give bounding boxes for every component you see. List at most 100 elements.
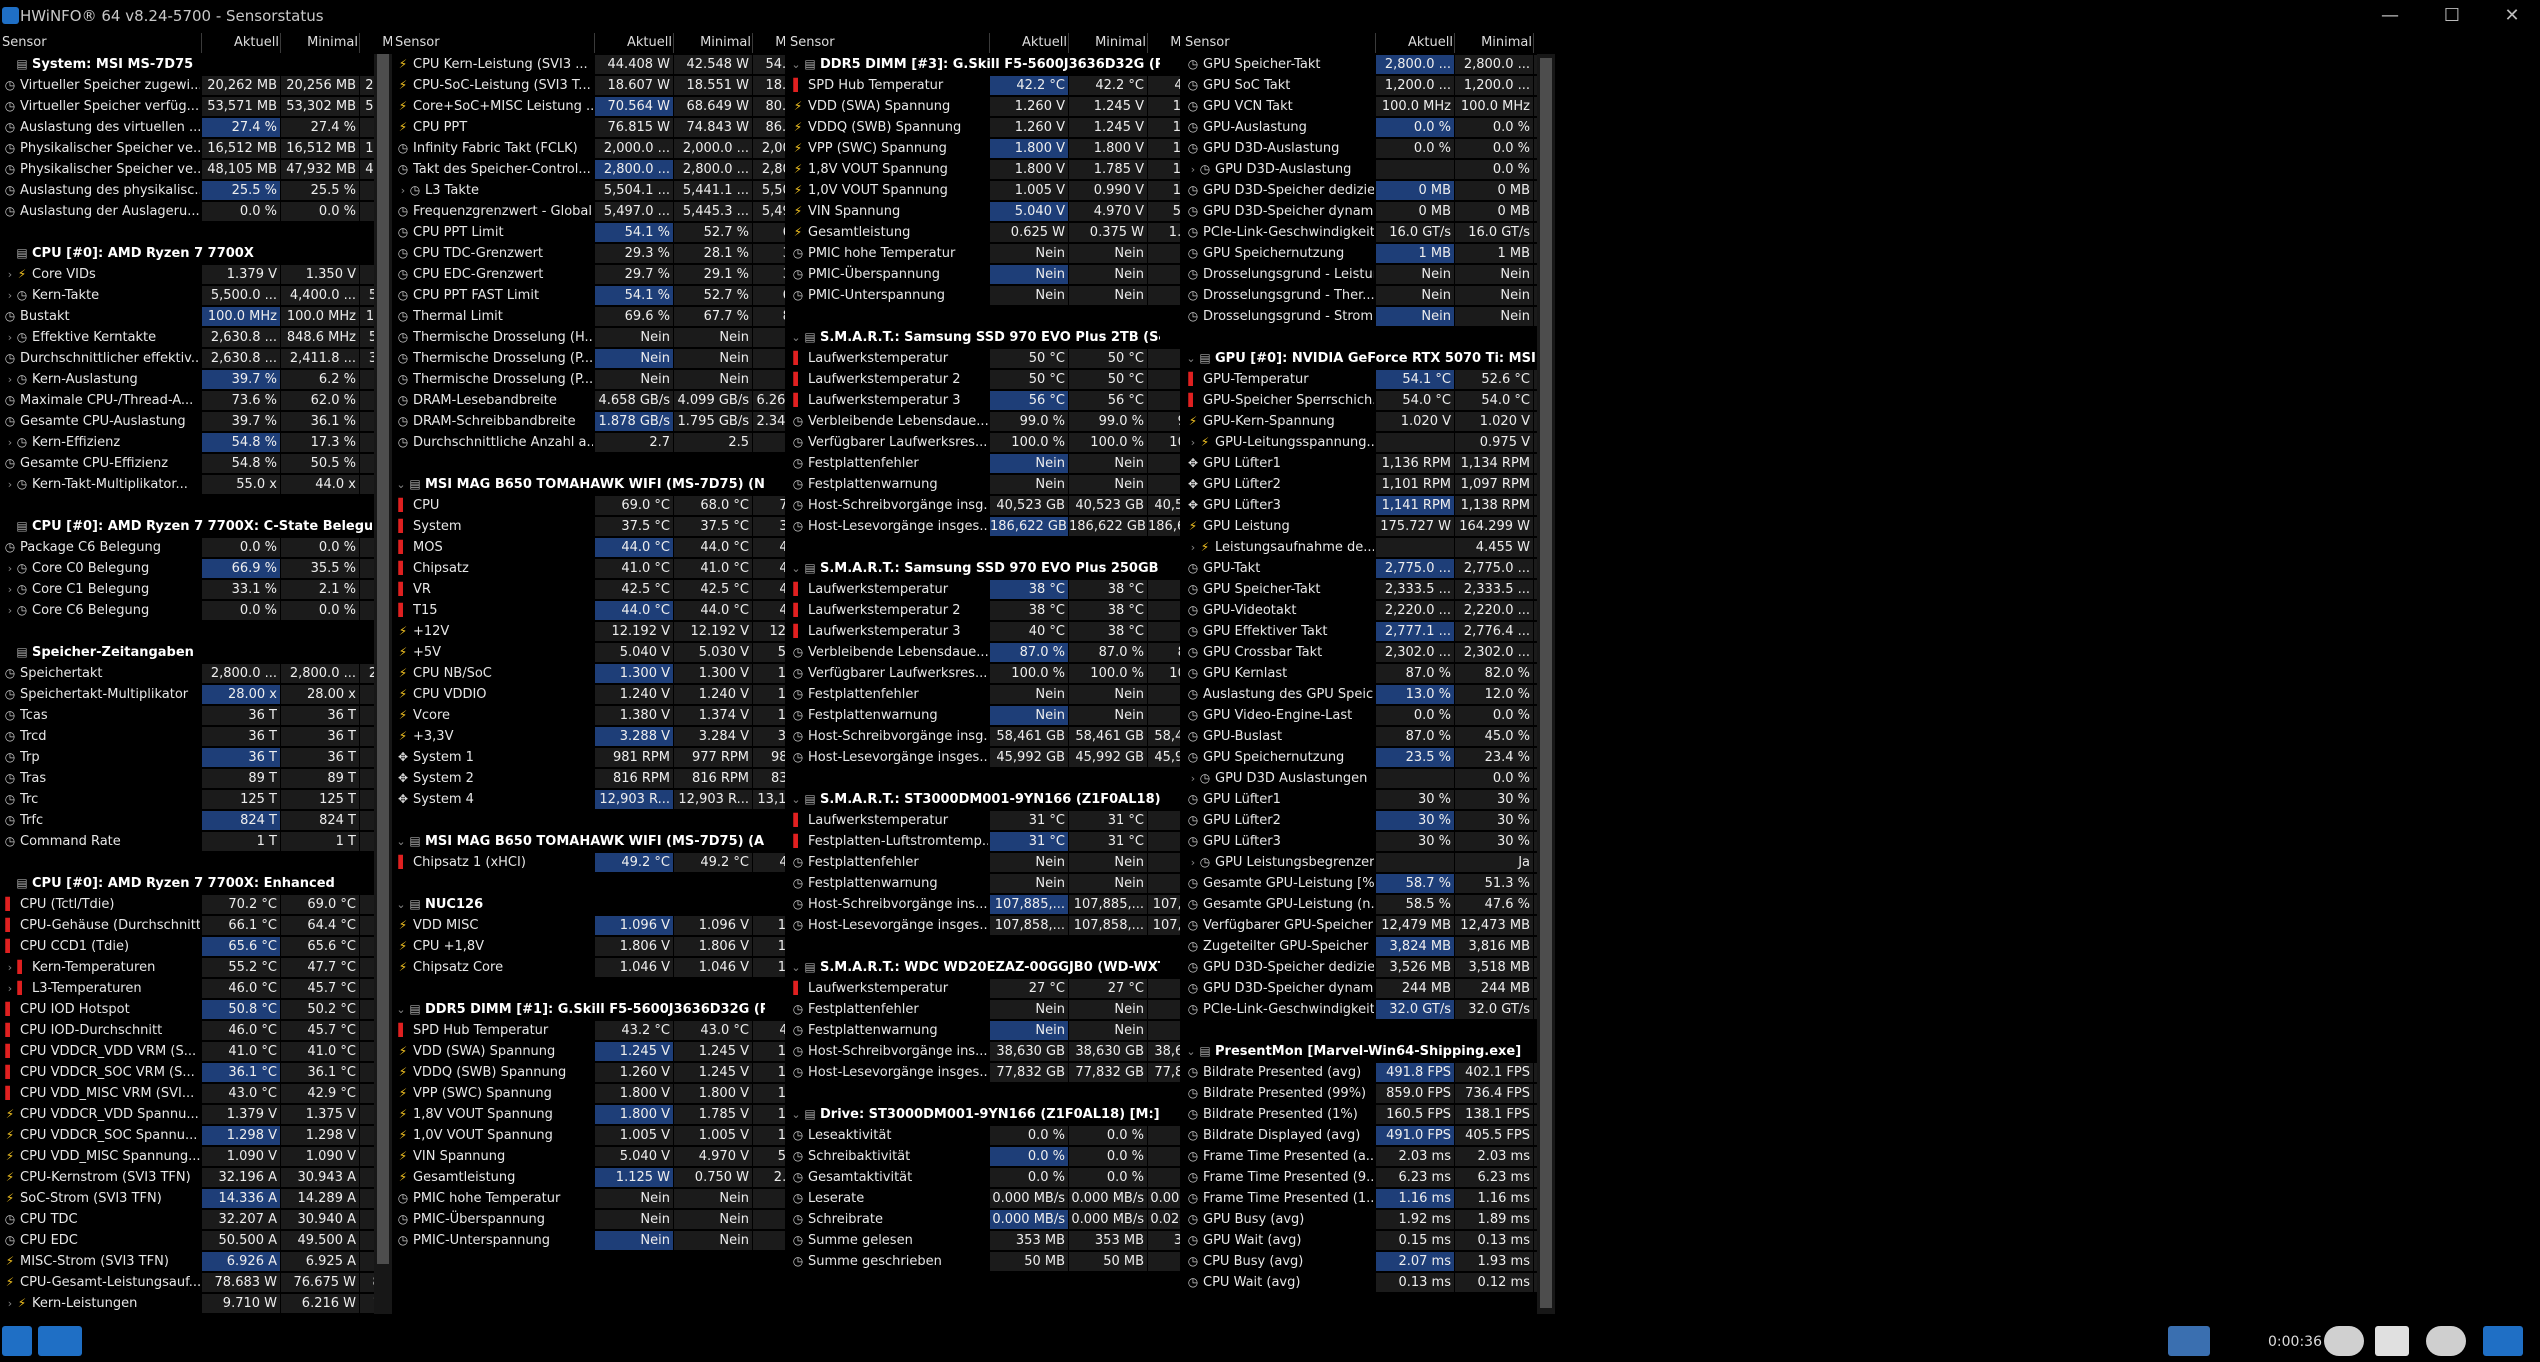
collapse-chevron-icon[interactable]: ⌄ [395,831,407,852]
sensor-row[interactable]: ◷Thermische Drosselung (P...NeinNeinNein… [393,348,785,369]
expand-chevron-icon[interactable]: › [4,285,16,306]
sensor-row[interactable]: ⚡VIN Spannung5.040 V4.970 V5.110 V5.035 … [788,201,1180,222]
sensor-group-header[interactable]: ⌄ ▤ S.M.A.R.T.: ST3000DM001-9YN166 (Z1F0AL… [788,789,1180,810]
sensor-row[interactable]: ◷Package C6 Belegung0.0 %0.0 %0.0 %0.0 % [0,537,392,558]
collapse-chevron-icon[interactable]: ⌄ [790,957,802,978]
sensor-row[interactable]: ◷ Verfügbarer Laufwerksres... 100.0 % 100.0… [788,432,1180,453]
sensor-row[interactable]: ✥System 1981 RPM977 RPM988 RPM980 RPM [393,747,785,768]
sensor-row[interactable]: ◷ Frame Time Presented (9... 6.23 ms 6.23 m… [1183,1167,1555,1188]
sensor-row[interactable]: ›▌Kern-Temperaturen55.2 °C47.7 °C75.4 °C… [0,957,392,978]
sensor-row[interactable]: ◷GPU SoC Takt1,200.0 ...1,200.0 ...1,200… [1183,75,1555,96]
sensor-group-header[interactable]: ⌄ ▤ PresentMon [Marvel-Win64-Shipping.exe] [1183,1041,1555,1062]
sensor-row[interactable]: ◷ GPU Speicher-Takt 2,800.0 ... 2,800.0 ...… [1183,54,1555,75]
sensor-row[interactable]: ◷ Physikalischer Speicher ve... 16,512 MB 1… [0,138,392,159]
sensor-row[interactable]: ◷FestplattenwarnungNeinNeinNein [788,1020,1180,1041]
maximize-button[interactable]: ☐ [2423,0,2481,33]
sensor-row[interactable]: ›◷Core C0 Belegung66.9 %35.5 %97.9 %73.8… [0,558,392,579]
expand-chevron-icon[interactable]: › [4,369,16,390]
sensor-row[interactable]: ◷Thermische Drosselung (P...NeinNeinNein… [393,369,785,390]
sensor-group-header[interactable]: ⌄ ▤ GPU [#0]: NVIDIA GeForce RTX 5070 Ti: … [1183,348,1555,369]
sensor-row[interactable]: ◷Gesamte CPU-Auslastung39.7 %36.1 %65.6 … [0,411,392,432]
sensor-row[interactable]: ◷ Host-Schreibvorgänge insg... 58,461 GB 58… [788,726,1180,747]
sensor-row[interactable]: ›⚡GPU-Leitungsspannung...0.975 V12.018 V [1183,432,1555,453]
expand-chevron-icon[interactable]: › [4,978,16,999]
sensor-row[interactable]: ◷ Zugeteilter GPU-Speicher 3,824 MB 3,816 M… [1183,936,1555,957]
sensor-row[interactable]: ◷PMIC-ÜberspannungNeinNeinNein0 % [393,1209,785,1230]
sensor-row[interactable]: ▌System37.5 °C37.5 °C38.0 °C37.6 °C [393,516,785,537]
sensor-row[interactable]: ›◷GPU D3D Auslastungen0.0 %81.7 % [1183,768,1555,789]
sensor-row[interactable]: ◷Gesamtaktivität0.0 %0.0 %1.0 %0.1 % [788,1167,1180,1188]
sensor-row[interactable]: ◷Command Rate1 T1 T1 T [0,831,392,852]
expand-chevron-icon[interactable]: › [1187,537,1199,558]
sensor-row[interactable]: ◷CPU EDC50.500 A49.500 A53.500 A51.538 A [0,1230,392,1251]
sensor-row[interactable]: ◷CPU PPT Limit54.1 %52.7 %61.1 %57.2 % [393,222,785,243]
sensor-row[interactable]: ◷ Verfügbarer Laufwerksres... 100.0 % 100.0… [788,663,1180,684]
sensor-row[interactable]: ›◷GPU D3D-Auslastung0.0 %0.0 % [1183,159,1555,180]
sensor-row[interactable]: ◷ Virtueller Speicher verfüg... 53,571 MB 5… [0,96,392,117]
sensor-row[interactable]: ◷ Host-Lesevorgänge insges... 107,858,... 1… [788,915,1180,936]
sensor-group-header[interactable]: ⌄ ▤ S.M.A.R.T.: Samsung SSD 970 EVO Plus 2… [788,327,1180,348]
sensor-row[interactable]: ◷ Auslastung des virtuellen ... 27.4 % 27.4… [0,117,392,138]
sensor-row[interactable]: ◷Bustakt100.0 MHz100.0 MHz100.0 MHz100.0… [0,306,392,327]
expand-chevron-icon[interactable]: › [1187,432,1199,453]
sensor-row[interactable]: ›◷Kern-Effizienz54.8 %17.3 %101.6 %63.2 … [0,432,392,453]
sensor-row[interactable]: ◷ Durchschnittlicher effektiv... 2,630.8 .… [0,348,392,369]
sensor-row[interactable]: ⚡ CPU-SoC-Leistung (SVI3 T... 18.607 W 18.5… [393,75,785,96]
navigate-forward-icon[interactable] [2,1326,32,1356]
sensor-row[interactable]: ▌VR42.5 °C42.5 °C43.0 °C42.9 °C [393,579,785,600]
sensor-row[interactable]: ◷Auslastung der Auslageru...0.0 %0.0 %0.… [0,201,392,222]
header-max[interactable]: Maximal [762,33,785,53]
sensor-row[interactable]: ◷GPU Speichernutzung23.5 %23.4 %23.5 %23… [1183,747,1555,768]
sensor-group-header[interactable]: ▤ CPU [#0]: AMD Ryzen 7 7700X: C-State Be… [0,516,392,537]
report-icon[interactable] [2375,1326,2409,1356]
sensor-row[interactable]: ▌CPU VDDCR_VDD VRM (S...41.0 °C41.0 °C41… [0,1041,392,1062]
sensor-row[interactable]: ◷GPU D3D-Speicher dediziert0 MB0 MB0 MB0… [1183,180,1555,201]
sensor-row[interactable]: ◷Leseaktivität0.0 %0.0 %1.0 %0.1 % [788,1125,1180,1146]
sensor-row[interactable]: ⚡GPU Leistung175.727 W164.299 W176.597 W… [1183,516,1555,537]
sensor-row[interactable]: ›▌L3-Temperaturen46.0 °C45.7 °C47.7 °C46… [0,978,392,999]
sensor-row[interactable]: ›⚡Core VIDs1.379 V1.350 V1.400 V1.383 V [0,264,392,285]
sensor-row[interactable]: ◷GPU Busy (avg)1.92 ms1.89 ms2.06 ms1.95… [1183,1209,1555,1230]
sensor-row[interactable]: ◷Maximale CPU-/Thread-A...73.6 %62.0 %10… [0,390,392,411]
scrollbar-thumb[interactable] [377,54,389,1264]
sensor-row[interactable]: ◷Tcas36 T36 T36 T [0,705,392,726]
sensor-panel-3[interactable]: SensorAktuellMinimalMaximalurchschnitt⌄▤… [788,33,1180,1314]
sensor-row[interactable]: ▌CPU VDDCR_SOC VRM (S...36.1 °C36.1 °C36… [0,1062,392,1083]
sensor-row[interactable]: ✥GPU Lüfter31,141 RPM1,138 RPM1,147 RPM1… [1183,495,1555,516]
sensor-row[interactable]: ⚡ VDDQ (SWB) Spannung 1.260 V1.245 V1.260 … [788,117,1180,138]
sensor-row[interactable]: ◷FestplattenwarnungNeinNeinNein [788,474,1180,495]
sensor-row[interactable]: ◷Summe gelesen353 MB353 MB353 MB [788,1230,1180,1251]
expand-chevron-icon[interactable]: › [4,579,16,600]
sensor-row[interactable]: ⚡ Core+SoC+MISC Leistung ... 70.564 W 68.64… [393,96,785,117]
sensor-row[interactable]: ◷GPU-Takt2,775.0 ...2,775.0 ...2,782.0 .… [1183,558,1555,579]
header-current[interactable]: Aktuell [999,33,1067,53]
sensor-row[interactable]: ◷Summe geschrieben50 MB50 MB50 MB [788,1251,1180,1272]
sensor-row[interactable]: ◷GPU Lüfter230 %30 %30 %30 % [1183,810,1555,831]
sensor-row[interactable]: ◷ Virtueller Speicher zugewi... 20,262 MB 2… [0,75,392,96]
sensor-row[interactable]: ⚡VDD MISC1.096 V1.096 V1.097 V1.096 V [393,915,785,936]
vertical-scrollbar[interactable] [1537,54,1555,1314]
sensor-row[interactable]: ▌Laufwerkstemperatur50 °C50 °C50 °C50 °C [788,348,1180,369]
sensor-group-header[interactable]: ⌄ ▤ MSI MAG B650 TOMAHAWK WIFI (MS-7D75) (… [393,831,785,852]
sensor-row[interactable]: ◷ Physikalischer Speicher ve... 48,105 MB 4… [0,159,392,180]
sensor-row[interactable]: ◷ Bildrate Presented (1%) 160.5 FPS 138.1 F… [1183,1104,1555,1125]
sensor-row[interactable]: ◷ Frame Time Presented (a... 2.03 ms 2.03 m… [1183,1146,1555,1167]
sensor-row[interactable]: ◷Gesamte GPU-Leistung [%...58.7 %51.3 %5… [1183,873,1555,894]
sensor-row[interactable]: ▌Festplatten-Luftstromtemp...31 °C31 °C3… [788,831,1180,852]
sensor-row[interactable]: ›◷Kern-Auslastung39.7 %6.2 %100.0 %48.4 … [0,369,392,390]
sensor-group-header[interactable]: ⌄ ▤ DDR5 DIMM [#1]: G.Skill F5-5600J3636D3… [393,999,785,1020]
sensor-row[interactable]: ◷CPU Busy (avg)2.07 ms1.93 ms2.68 ms2.09… [1183,1251,1555,1272]
expand-chevron-icon[interactable]: › [4,264,16,285]
sensor-row[interactable]: ◷FestplattenfehlerNeinNeinNein [788,684,1180,705]
sensor-row[interactable]: ◷GPU Video-Engine-Last0.0 %0.0 %0.0 %0.0… [1183,705,1555,726]
sensor-row[interactable]: ◷PMIC hohe TemperaturNeinNeinNein0 % [788,243,1180,264]
sensor-row[interactable]: ◷GPU VCN Takt100.0 MHz100.0 MHz100.0 MHz… [1183,96,1555,117]
sensor-row[interactable]: ◷GPU D3D-Speicher dynami...0 MB0 MB0 MB0… [1183,201,1555,222]
sensor-row[interactable]: ⚡CPU VDDCR_SOC Spannu...1.298 V1.298 V1.… [0,1125,392,1146]
header-max[interactable]: Maximal [1157,33,1180,53]
sensor-row[interactable]: ◷Drosselungsgrund - Ther...NeinNeinNein0… [1183,285,1555,306]
sensor-row[interactable]: ◷FestplattenfehlerNeinNeinNein [788,453,1180,474]
expand-chevron-icon[interactable]: › [4,600,16,621]
sensor-row[interactable]: ◷GPU Lüfter130 %30 %30 %30 % [1183,789,1555,810]
collapse-chevron-icon[interactable]: ⌄ [790,327,802,348]
